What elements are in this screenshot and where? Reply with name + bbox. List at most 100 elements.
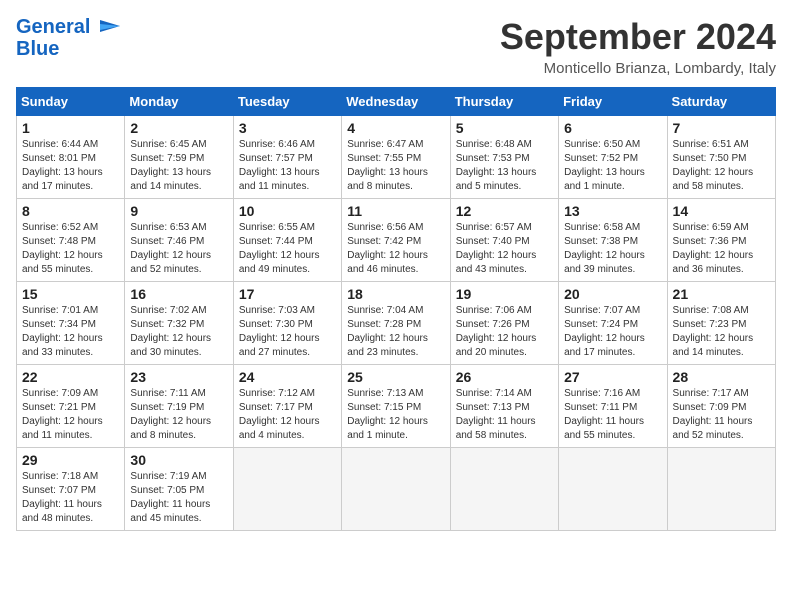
calendar-week-row: 29 Sunrise: 7:18 AMSunset: 7:07 PMDayligh…: [17, 448, 776, 531]
calendar-day-cell: [342, 448, 450, 531]
calendar-day-cell: 26 Sunrise: 7:14 AMSunset: 7:13 PMDayligh…: [450, 365, 558, 448]
day-number: 11: [347, 203, 444, 219]
calendar-day-header: Thursday: [450, 88, 558, 116]
day-info: Sunrise: 6:44 AMSunset: 8:01 PMDaylight:…: [22, 138, 119, 194]
day-info: Sunrise: 7:11 AMSunset: 7:19 PMDaylight:…: [130, 387, 227, 443]
day-info: Sunrise: 7:16 AMSunset: 7:11 PMDaylight:…: [564, 387, 661, 443]
calendar-day-cell: [667, 448, 775, 531]
page-header: General Blue September 2024 Monticello B…: [16, 16, 776, 77]
day-info: Sunrise: 7:01 AMSunset: 7:34 PMDaylight:…: [22, 304, 119, 360]
day-number: 13: [564, 203, 661, 219]
location-text: Monticello Brianza, Lombardy, Italy: [500, 60, 776, 77]
day-number: 6: [564, 120, 661, 136]
calendar-day-cell: 24Sunrise: 7:12 AMSunset: 7:17 PMDayligh…: [233, 365, 341, 448]
calendar-week-row: 1 Sunrise: 6:44 AMSunset: 8:01 PMDaylight…: [17, 116, 776, 199]
calendar-day-header: Tuesday: [233, 88, 341, 116]
calendar-day-cell: 25 Sunrise: 7:13 AMSunset: 7:15 PMDayligh…: [342, 365, 450, 448]
calendar-day-cell: 14 Sunrise: 6:59 AMSunset: 7:36 PMDayligh…: [667, 199, 775, 282]
day-number: 23: [130, 369, 227, 385]
day-number: 16: [130, 286, 227, 302]
calendar-day-cell: 7Sunrise: 6:51 AMSunset: 7:50 PMDaylight…: [667, 116, 775, 199]
day-info: Sunrise: 6:55 AMSunset: 7:44 PMDaylight:…: [239, 221, 336, 277]
day-number: 7: [673, 120, 770, 136]
day-number: 1: [22, 120, 119, 136]
calendar-day-cell: 10 Sunrise: 6:55 AMSunset: 7:44 PMDayligh…: [233, 199, 341, 282]
month-title: September 2024: [500, 16, 776, 58]
day-info: Sunrise: 7:03 AMSunset: 7:30 PMDaylight:…: [239, 304, 336, 360]
calendar-day-cell: 17Sunrise: 7:03 AMSunset: 7:30 PMDayligh…: [233, 282, 341, 365]
day-number: 15: [22, 286, 119, 302]
day-number: 22: [22, 369, 119, 385]
day-number: 2: [130, 120, 227, 136]
calendar-day-cell: 15 Sunrise: 7:01 AMSunset: 7:34 PMDayligh…: [17, 282, 125, 365]
day-info: Sunrise: 7:04 AMSunset: 7:28 PMDaylight:…: [347, 304, 444, 360]
day-number: 29: [22, 452, 119, 468]
day-number: 5: [456, 120, 553, 136]
logo-text: General: [16, 16, 120, 38]
day-number: 24: [239, 369, 336, 385]
day-number: 12: [456, 203, 553, 219]
calendar-day-cell: 1 Sunrise: 6:44 AMSunset: 8:01 PMDaylight…: [17, 116, 125, 199]
calendar-day-cell: 13 Sunrise: 6:58 AMSunset: 7:38 PMDayligh…: [559, 199, 667, 282]
day-number: 10: [239, 203, 336, 219]
day-info: Sunrise: 6:58 AMSunset: 7:38 PMDaylight:…: [564, 221, 661, 277]
day-info: Sunrise: 6:56 AMSunset: 7:42 PMDaylight:…: [347, 221, 444, 277]
calendar-day-cell: 5 Sunrise: 6:48 AMSunset: 7:53 PMDaylight…: [450, 116, 558, 199]
day-info: Sunrise: 6:59 AMSunset: 7:36 PMDaylight:…: [673, 221, 770, 277]
calendar-day-cell: 22 Sunrise: 7:09 AMSunset: 7:21 PMDayligh…: [17, 365, 125, 448]
calendar-table: SundayMondayTuesdayWednesdayThursdayFrid…: [16, 87, 776, 531]
calendar-day-cell: 11 Sunrise: 6:56 AMSunset: 7:42 PMDayligh…: [342, 199, 450, 282]
logo-flag-icon: [98, 20, 120, 36]
day-number: 27: [564, 369, 661, 385]
day-number: 14: [673, 203, 770, 219]
day-info: Sunrise: 7:14 AMSunset: 7:13 PMDaylight:…: [456, 387, 553, 443]
day-info: Sunrise: 6:50 AMSunset: 7:52 PMDaylight:…: [564, 138, 661, 194]
day-number: 9: [130, 203, 227, 219]
calendar-day-cell: 3Sunrise: 6:46 AMSunset: 7:57 PMDaylight…: [233, 116, 341, 199]
calendar-day-cell: [450, 448, 558, 531]
day-info: Sunrise: 7:02 AMSunset: 7:32 PMDaylight:…: [130, 304, 227, 360]
day-number: 4: [347, 120, 444, 136]
day-number: 20: [564, 286, 661, 302]
day-info: Sunrise: 7:18 AMSunset: 7:07 PMDaylight:…: [22, 470, 119, 526]
day-number: 18: [347, 286, 444, 302]
day-info: Sunrise: 6:53 AMSunset: 7:46 PMDaylight:…: [130, 221, 227, 277]
calendar-day-cell: 4 Sunrise: 6:47 AMSunset: 7:55 PMDaylight…: [342, 116, 450, 199]
day-info: Sunrise: 7:07 AMSunset: 7:24 PMDaylight:…: [564, 304, 661, 360]
logo: General Blue: [16, 16, 120, 61]
calendar-day-cell: 9 Sunrise: 6:53 AMSunset: 7:46 PMDaylight…: [125, 199, 233, 282]
calendar-day-cell: 29 Sunrise: 7:18 AMSunset: 7:07 PMDayligh…: [17, 448, 125, 531]
day-info: Sunrise: 7:13 AMSunset: 7:15 PMDaylight:…: [347, 387, 444, 443]
day-number: 30: [130, 452, 227, 468]
calendar-day-header: Sunday: [17, 88, 125, 116]
day-number: 28: [673, 369, 770, 385]
calendar-day-cell: 28 Sunrise: 7:17 AMSunset: 7:09 PMDayligh…: [667, 365, 775, 448]
calendar-day-cell: 8Sunrise: 6:52 AMSunset: 7:48 PMDaylight…: [17, 199, 125, 282]
calendar-day-cell: 12Sunrise: 6:57 AMSunset: 7:40 PMDayligh…: [450, 199, 558, 282]
calendar-day-header: Friday: [559, 88, 667, 116]
logo-blue-text: Blue: [16, 38, 59, 61]
calendar-week-row: 15 Sunrise: 7:01 AMSunset: 7:34 PMDayligh…: [17, 282, 776, 365]
calendar-day-cell: 21 Sunrise: 7:08 AMSunset: 7:23 PMDayligh…: [667, 282, 775, 365]
day-info: Sunrise: 7:06 AMSunset: 7:26 PMDaylight:…: [456, 304, 553, 360]
calendar-day-cell: 27 Sunrise: 7:16 AMSunset: 7:11 PMDayligh…: [559, 365, 667, 448]
day-info: Sunrise: 7:17 AMSunset: 7:09 PMDaylight:…: [673, 387, 770, 443]
calendar-day-cell: 20 Sunrise: 7:07 AMSunset: 7:24 PMDayligh…: [559, 282, 667, 365]
title-block: September 2024 Monticello Brianza, Lomba…: [500, 16, 776, 77]
day-info: Sunrise: 6:47 AMSunset: 7:55 PMDaylight:…: [347, 138, 444, 194]
calendar-day-cell: 16 Sunrise: 7:02 AMSunset: 7:32 PMDayligh…: [125, 282, 233, 365]
day-info: Sunrise: 6:48 AMSunset: 7:53 PMDaylight:…: [456, 138, 553, 194]
day-number: 19: [456, 286, 553, 302]
day-info: Sunrise: 6:46 AMSunset: 7:57 PMDaylight:…: [239, 138, 336, 194]
calendar-day-cell: 30Sunrise: 7:19 AMSunset: 7:05 PMDayligh…: [125, 448, 233, 531]
calendar-day-cell: [559, 448, 667, 531]
calendar-day-header: Wednesday: [342, 88, 450, 116]
calendar-day-cell: 18 Sunrise: 7:04 AMSunset: 7:28 PMDayligh…: [342, 282, 450, 365]
day-info: Sunrise: 7:08 AMSunset: 7:23 PMDaylight:…: [673, 304, 770, 360]
day-number: 26: [456, 369, 553, 385]
day-number: 25: [347, 369, 444, 385]
day-info: Sunrise: 6:45 AMSunset: 7:59 PMDaylight:…: [130, 138, 227, 194]
day-info: Sunrise: 7:09 AMSunset: 7:21 PMDaylight:…: [22, 387, 119, 443]
calendar-day-header: Saturday: [667, 88, 775, 116]
day-number: 21: [673, 286, 770, 302]
